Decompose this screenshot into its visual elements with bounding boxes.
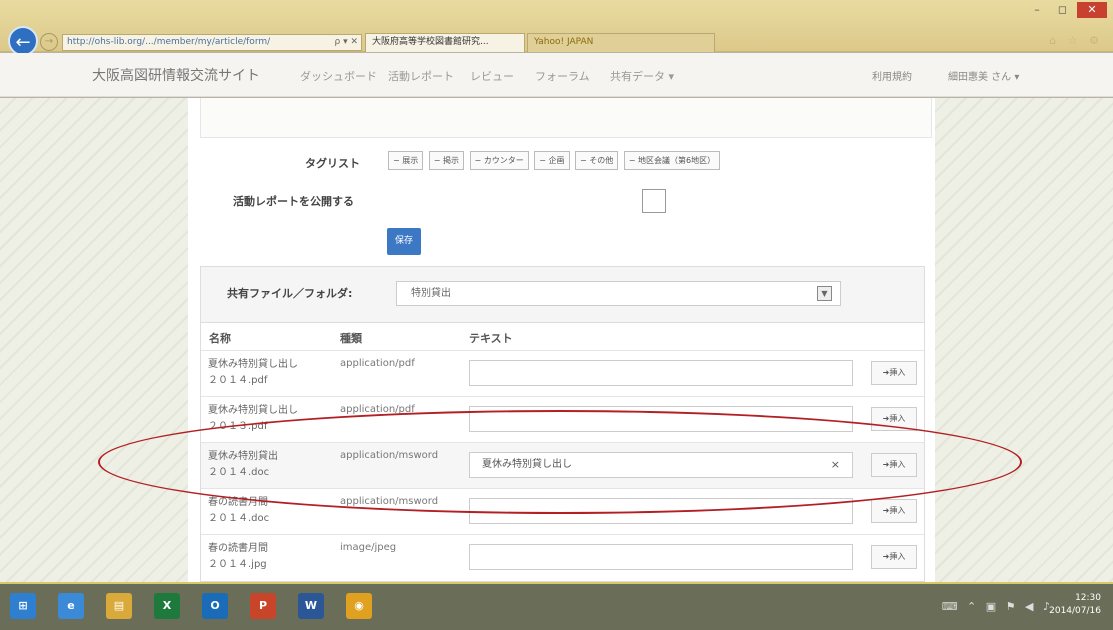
clear-icon[interactable]: × xyxy=(831,453,840,477)
file-name: 夏休み特別貸し出し ２０１４.pdf xyxy=(208,357,328,389)
file-name-line1: 春の読書月間 xyxy=(208,497,268,508)
file-type: application/msword xyxy=(340,496,439,507)
close-icon[interactable]: ✕ xyxy=(1077,2,1107,18)
file-type: application/pdf xyxy=(340,404,415,415)
file-name-line2: ２０１４.doc xyxy=(208,513,270,524)
file-name-line2: ２０１３.pdf xyxy=(208,421,268,432)
site-brand[interactable]: 大阪高図研情報交流サイト xyxy=(92,65,260,85)
site-navbar: 大阪高図研情報交流サイト ダッシュボード 活動レポート レビュー フォーラム 共… xyxy=(0,53,1113,97)
file-type: application/pdf xyxy=(340,358,415,369)
file-name: 夏休み特別貸出 ２０１４.doc xyxy=(208,449,328,481)
save-button[interactable]: 保存 xyxy=(387,228,421,255)
nav-user-menu[interactable]: 細田惠美 さん ▾ xyxy=(948,68,1019,83)
table-row: 夏休み特別貸し出し ２０１３.pdf application/pdf ➜挿入 xyxy=(201,396,924,442)
address-bar[interactable]: http://ohs-lib.org/.../member/my/article… xyxy=(62,34,362,51)
chevron-down-icon[interactable]: ▼ xyxy=(817,286,832,301)
file-text-input[interactable] xyxy=(469,406,853,432)
insert-button[interactable]: ➜挿入 xyxy=(871,453,917,477)
browser-toolbar-icons[interactable]: ⌂ ☆ ⚙ xyxy=(1049,34,1103,47)
file-name: 春の読書月間 ２０１４.jpg xyxy=(208,541,328,573)
file-name-line2: ２０１４.doc xyxy=(208,467,270,478)
excel-icon[interactable]: X xyxy=(154,593,180,619)
tag-item[interactable]: − カウンター xyxy=(469,151,529,170)
file-text-input[interactable] xyxy=(469,498,853,524)
start-icon[interactable]: ⊞ xyxy=(10,593,36,619)
clock[interactable]: 12:30 2014/07/16 xyxy=(1049,592,1101,618)
taskbar: ⊞ e ▤ X O P W ◉ ⌨ ⌃ ▣ ⚑ ◀ ♪ 12:30 2014/0… xyxy=(0,582,1113,630)
insert-button[interactable]: ➜挿入 xyxy=(871,407,917,431)
insert-button[interactable]: ➜挿入 xyxy=(871,545,917,569)
file-text-input[interactable] xyxy=(469,360,853,386)
maximize-icon[interactable]: ◻ xyxy=(1052,2,1074,18)
explorer-icon[interactable]: ▤ xyxy=(106,593,132,619)
folder-select[interactable]: 特別貸出 ▼ xyxy=(396,281,841,306)
ie-icon[interactable]: e xyxy=(58,593,84,619)
back-button[interactable]: ← xyxy=(8,26,38,56)
table-row: 夏休み特別貸出 ２０１４.doc application/msword 夏休み特… xyxy=(201,442,924,488)
chrome-icon[interactable]: ◉ xyxy=(346,593,372,619)
tag-item[interactable]: − 地区会議（第6地区） xyxy=(623,151,721,170)
nav-shared-data[interactable]: 共有データ ▾ xyxy=(610,68,674,84)
file-name: 夏休み特別貸し出し ２０１３.pdf xyxy=(208,403,328,435)
shared-files-panel: 共有ファイル／フォルダ: 特別貸出 ▼ 名称 種類 テキスト 夏休み特別貸し出し… xyxy=(200,266,925,582)
panel-header: 共有ファイル／フォルダ: 特別貸出 ▼ xyxy=(201,267,924,323)
file-text-value: 夏休み特別貸し出し xyxy=(482,459,572,470)
publish-checkbox[interactable] xyxy=(642,189,666,213)
file-name-line1: 夏休み特別貸し出し xyxy=(208,405,298,416)
tab-yahoo[interactable]: Yahoo! JAPAN xyxy=(527,33,715,52)
file-name-line2: ２０１４.pdf xyxy=(208,375,268,386)
nav-dashboard[interactable]: ダッシュボード xyxy=(300,68,377,84)
table-row: 春の読書月間 ２０１４.jpg image/jpeg ➜挿入 xyxy=(201,534,924,580)
tag-list: − 展示 − 掲示 − カウンター − 企画 − その他 − 地区会議（第6地区… xyxy=(388,151,722,170)
file-name: 春の読書月間 ２０１４.doc xyxy=(208,495,328,527)
folder-selected-value: 特別貸出 xyxy=(411,288,451,299)
body-textarea[interactable] xyxy=(200,98,932,138)
tag-item[interactable]: − 企画 xyxy=(534,151,570,170)
file-text-input[interactable]: 夏休み特別貸し出し × xyxy=(469,452,853,478)
window-controls: – ◻ ✕ xyxy=(1026,2,1107,18)
outlook-icon[interactable]: O xyxy=(202,593,228,619)
insert-button[interactable]: ➜挿入 xyxy=(871,361,917,385)
file-text-input[interactable] xyxy=(469,544,853,570)
file-type: image/jpeg xyxy=(340,542,397,553)
address-url: http://ohs-lib.org/.../member/my/article… xyxy=(67,37,271,47)
file-name-line1: 夏休み特別貸出 xyxy=(208,451,278,462)
insert-button[interactable]: ➜挿入 xyxy=(871,499,917,523)
powerpoint-icon[interactable]: P xyxy=(250,593,276,619)
nav-terms[interactable]: 利用規約 xyxy=(872,68,912,83)
folder-label: 共有ファイル／フォルダ: xyxy=(227,287,353,300)
nav-review[interactable]: レビュー xyxy=(470,68,514,84)
minimize-icon[interactable]: – xyxy=(1026,2,1048,18)
file-name-line1: 春の読書月間 xyxy=(208,543,268,554)
file-name-line1: 夏休み特別貸し出し xyxy=(208,359,298,370)
tag-item[interactable]: − その他 xyxy=(575,151,619,170)
table-row: 春の読書月間 ２０１４.doc application/msword ➜挿入 xyxy=(201,488,924,534)
word-icon[interactable]: W xyxy=(298,593,324,619)
tag-list-label: タグリスト xyxy=(305,157,360,170)
browser-titlebar: ← → http://ohs-lib.org/.../member/my/art… xyxy=(0,0,1113,56)
tag-item[interactable]: − 掲示 xyxy=(428,151,464,170)
clock-date: 2014/07/16 xyxy=(1049,606,1101,616)
forward-button[interactable]: → xyxy=(40,33,58,51)
address-tools-icon[interactable]: ρ ▾ ✕ xyxy=(335,35,359,50)
nav-activity-report[interactable]: 活動レポート xyxy=(388,68,454,84)
tab-active[interactable]: 大阪府高等学校図書館研究... xyxy=(365,33,525,52)
header-type: 種類 xyxy=(340,332,362,345)
clock-time: 12:30 xyxy=(1075,593,1101,603)
file-name-line2: ２０１４.jpg xyxy=(208,559,267,570)
publish-label: 活動レポートを公開する xyxy=(233,195,354,208)
system-tray[interactable]: ⌨ ⌃ ▣ ⚑ ◀ ♪ xyxy=(942,600,1053,613)
table-row: 夏休み特別貸し出し ２０１４.pdf application/pdf ➜挿入 xyxy=(201,350,924,396)
header-name: 名称 xyxy=(209,332,231,345)
tag-item[interactable]: − 展示 xyxy=(388,151,424,170)
nav-forum[interactable]: フォーラム xyxy=(535,68,590,84)
header-text: テキスト xyxy=(469,332,513,345)
file-type: application/msword xyxy=(340,450,439,461)
